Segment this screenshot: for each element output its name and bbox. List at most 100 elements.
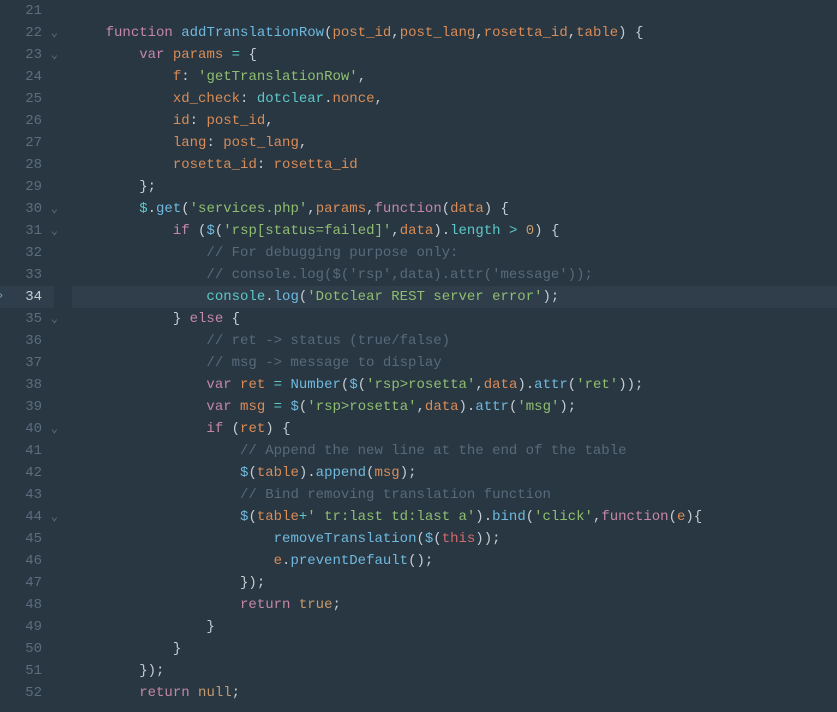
code-token: // console.log($('rsp',data).attr('messa… xyxy=(206,267,592,283)
code-token: else xyxy=(190,311,224,327)
line-number[interactable]: 52 xyxy=(0,682,54,704)
code-line[interactable]: function addTranslationRow(post_id,post_… xyxy=(72,22,837,44)
code-line[interactable]: } xyxy=(72,616,837,638)
line-number[interactable]: 51 xyxy=(0,660,54,682)
code-line[interactable] xyxy=(72,0,837,22)
line-number[interactable]: 46 xyxy=(0,550,54,572)
code-line[interactable]: } xyxy=(72,638,837,660)
code-token: ) { xyxy=(484,201,509,217)
code-token: bind xyxy=(492,509,526,525)
line-number[interactable]: 29 xyxy=(0,176,54,198)
code-token: } xyxy=(72,641,181,657)
line-number[interactable]: 36 xyxy=(0,330,54,352)
line-number[interactable]: 24 xyxy=(0,66,54,88)
line-number[interactable]: 23 xyxy=(0,44,54,66)
line-number[interactable]: 40 xyxy=(0,418,54,440)
line-number[interactable]: 42 xyxy=(0,462,54,484)
code-token: 'click' xyxy=(534,509,593,525)
line-number[interactable]: 50 xyxy=(0,638,54,660)
line-number[interactable]: 41 xyxy=(0,440,54,462)
code-token: rosetta_id xyxy=(484,25,568,41)
code-token: // Bind removing translation function xyxy=(240,487,551,503)
code-line[interactable]: // console.log($('rsp',data).attr('messa… xyxy=(72,264,837,286)
line-number[interactable]: 47 xyxy=(0,572,54,594)
code-token: + xyxy=(299,509,307,525)
line-number[interactable]: 43 xyxy=(0,484,54,506)
code-token: ) { xyxy=(265,421,290,437)
code-line[interactable]: if (ret) { xyxy=(72,418,837,440)
code-token xyxy=(72,223,173,239)
code-token xyxy=(72,245,206,261)
code-token xyxy=(72,157,173,173)
code-line[interactable]: // msg -> message to display xyxy=(72,352,837,374)
code-token: table xyxy=(257,509,299,525)
code-line[interactable]: f: 'getTranslationRow', xyxy=(72,66,837,88)
line-number[interactable]: 22 xyxy=(0,22,54,44)
line-number[interactable]: 28 xyxy=(0,154,54,176)
code-token: attr xyxy=(475,399,509,415)
line-number[interactable]: 32 xyxy=(0,242,54,264)
code-token: rosetta_id xyxy=(173,157,257,173)
code-token: 'ret' xyxy=(576,377,618,393)
code-token: ). xyxy=(517,377,534,393)
code-line[interactable]: var ret = Number($('rsp>rosetta',data).a… xyxy=(72,374,837,396)
line-number[interactable]: 31 xyxy=(0,220,54,242)
code-line[interactable]: e.preventDefault(); xyxy=(72,550,837,572)
code-token: }); xyxy=(72,663,164,679)
line-number[interactable]: 37 xyxy=(0,352,54,374)
code-line[interactable]: }); xyxy=(72,660,837,682)
line-number[interactable]: 27 xyxy=(0,132,54,154)
code-line[interactable]: id: post_id, xyxy=(72,110,837,132)
code-token xyxy=(232,377,240,393)
code-token: 'getTranslationRow' xyxy=(198,69,358,85)
code-token: ( xyxy=(299,289,307,305)
code-line[interactable]: // Bind removing translation function xyxy=(72,484,837,506)
code-token: ); xyxy=(559,399,576,415)
code-line[interactable]: xd_check: dotclear.nonce, xyxy=(72,88,837,110)
line-number[interactable]: 45 xyxy=(0,528,54,550)
code-line[interactable]: $(table).append(msg); xyxy=(72,462,837,484)
line-number[interactable]: 30 xyxy=(0,198,54,220)
line-number-gutter[interactable]: 2122232425262728293031323334‹›3536373839… xyxy=(0,0,62,712)
code-line[interactable]: // ret -> status (true/false) xyxy=(72,330,837,352)
code-token xyxy=(72,69,173,85)
code-token: ( xyxy=(526,509,534,525)
line-number[interactable]: 39 xyxy=(0,396,54,418)
code-line[interactable]: if ($('rsp[status=failed]',data).length … xyxy=(72,220,837,242)
code-token: ). xyxy=(475,509,492,525)
code-line[interactable]: var msg = $('rsp>rosetta',data).attr('ms… xyxy=(72,396,837,418)
code-line[interactable]: console.log('Dotclear REST server error'… xyxy=(72,286,837,308)
code-line[interactable]: // For debugging purpose only: xyxy=(72,242,837,264)
code-line[interactable]: rosetta_id: rosetta_id xyxy=(72,154,837,176)
code-area[interactable]: function addTranslationRow(post_id,post_… xyxy=(62,0,837,712)
code-line[interactable]: return true; xyxy=(72,594,837,616)
line-number[interactable]: 21 xyxy=(0,0,54,22)
code-token: ( xyxy=(248,509,256,525)
code-token: ( xyxy=(223,421,240,437)
code-token: = xyxy=(232,47,240,63)
code-token: , xyxy=(299,135,307,151)
line-number[interactable]: 48 xyxy=(0,594,54,616)
code-line[interactable]: // Append the new line at the end of the… xyxy=(72,440,837,462)
line-number[interactable]: 25 xyxy=(0,88,54,110)
code-line[interactable]: removeTranslation($(this)); xyxy=(72,528,837,550)
code-line[interactable]: $(table+' tr:last td:last a').bind('clic… xyxy=(72,506,837,528)
line-number[interactable]: 26 xyxy=(0,110,54,132)
line-number[interactable]: 33 xyxy=(0,264,54,286)
line-number[interactable]: 38 xyxy=(0,374,54,396)
code-line[interactable]: lang: post_lang, xyxy=(72,132,837,154)
line-number[interactable]: 34‹› xyxy=(0,286,54,308)
code-editor[interactable]: 2122232425262728293031323334‹›3536373839… xyxy=(0,0,837,712)
code-token: } xyxy=(72,619,215,635)
code-line[interactable]: }; xyxy=(72,176,837,198)
code-line[interactable]: return null; xyxy=(72,682,837,704)
code-line[interactable]: }); xyxy=(72,572,837,594)
code-line[interactable]: var params = { xyxy=(72,44,837,66)
code-line[interactable]: } else { xyxy=(72,308,837,330)
line-number[interactable]: 44 xyxy=(0,506,54,528)
line-number[interactable]: 35 xyxy=(0,308,54,330)
code-token: $ xyxy=(349,377,357,393)
line-number[interactable]: 49 xyxy=(0,616,54,638)
code-line[interactable]: $.get('services.php',params,function(dat… xyxy=(72,198,837,220)
code-token: data xyxy=(450,201,484,217)
